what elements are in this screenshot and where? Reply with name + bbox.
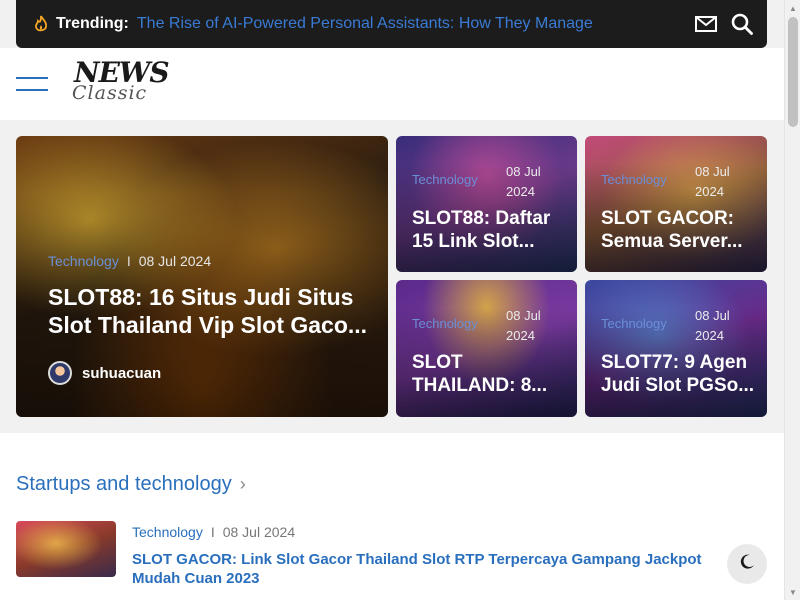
trending-actions (695, 13, 753, 35)
section-title-link[interactable]: Startups and technology › (16, 473, 246, 496)
post-category[interactable]: Technology (132, 524, 203, 540)
trending-headline-link[interactable]: The Rise of AI-Powered Personal Assistan… (137, 15, 683, 33)
moon-icon (739, 554, 755, 575)
card-category[interactable]: Technology (412, 172, 478, 187)
logo-classic-text: Classic (72, 82, 148, 104)
hamburger-icon[interactable] (16, 77, 48, 91)
card-meta: Technology I 08 Jul 2024 (48, 253, 211, 269)
post-title[interactable]: SLOT GACOR: Link Slot Gacor Thailand Slo… (132, 550, 732, 588)
avatar (48, 361, 72, 385)
card-title[interactable]: SLOT77: 9 Agen Judi Slot PGSo... (601, 352, 755, 398)
card-category[interactable]: Technology (601, 316, 667, 331)
card-date: 08 Jul 2024 (506, 308, 541, 343)
site-logo[interactable]: NEWS Classic (70, 56, 170, 112)
section-title: Startups and technology (16, 473, 232, 495)
card-title[interactable]: SLOT THAILAND: 8... (412, 352, 566, 398)
meta-separator: I (210, 524, 215, 540)
mail-icon[interactable] (695, 16, 717, 32)
scroll-down-arrow-icon[interactable]: ▼ (785, 584, 800, 600)
dark-mode-toggle[interactable] (727, 544, 767, 584)
post-meta: Technology I 08 Jul 2024 (132, 524, 295, 540)
card-author[interactable]: suhuacuan (48, 361, 161, 385)
card-date: 08 Jul 2024 (695, 164, 730, 199)
meta-separator: I (126, 253, 131, 269)
scrollbar-thumb[interactable] (788, 17, 798, 127)
card-date: 08 Jul 2024 (695, 308, 730, 343)
card-title[interactable]: SLOT88: 16 Situs Judi Situs Slot Thailan… (48, 284, 368, 339)
card-date: 08 Jul 2024 (138, 253, 212, 269)
card-category[interactable]: Technology (48, 253, 119, 269)
post-thumbnail[interactable] (16, 521, 116, 577)
trending-label: Trending: (56, 15, 129, 32)
hero-small-card[interactable]: Technology 08 Jul 2024 SLOT88: Daftar 15… (396, 136, 577, 272)
card-category[interactable]: Technology (601, 172, 667, 187)
chevron-right-icon: › (239, 474, 246, 494)
search-icon[interactable] (731, 13, 753, 35)
hero-small-card[interactable]: Technology 08 Jul 2024 SLOT77: 9 Agen Ju… (585, 280, 767, 417)
flame-icon (34, 15, 50, 33)
card-date: 08 Jul 2024 (506, 164, 541, 199)
hero-grid: Technology I 08 Jul 2024 SLOT88: 16 Situs … (0, 120, 784, 433)
scroll-up-arrow-icon[interactable]: ▲ (785, 0, 800, 16)
card-title[interactable]: SLOT GACOR: Semua Server... (601, 208, 755, 254)
hero-small-card[interactable]: Technology 08 Jul 2024 SLOT THAILAND: 8.… (396, 280, 577, 417)
card-category[interactable]: Technology (412, 316, 478, 331)
trending-bar: Trending: The Rise of AI-Powered Persona… (16, 0, 767, 48)
author-name[interactable]: suhuacuan (82, 365, 161, 382)
hero-small-card[interactable]: Technology 08 Jul 2024 SLOT GACOR: Semua… (585, 136, 767, 272)
hero-main-card[interactable]: Technology I 08 Jul 2024 SLOT88: 16 Situs … (16, 136, 388, 417)
main-content: Startups and technology › Technology I 08 … (0, 433, 784, 600)
post-date: 08 Jul 2024 (222, 524, 296, 540)
site-header: NEWS Classic (0, 48, 784, 120)
card-title[interactable]: SLOT88: Daftar 15 Link Slot... (412, 208, 566, 254)
vertical-scrollbar[interactable]: ▲ ▼ (784, 0, 800, 600)
